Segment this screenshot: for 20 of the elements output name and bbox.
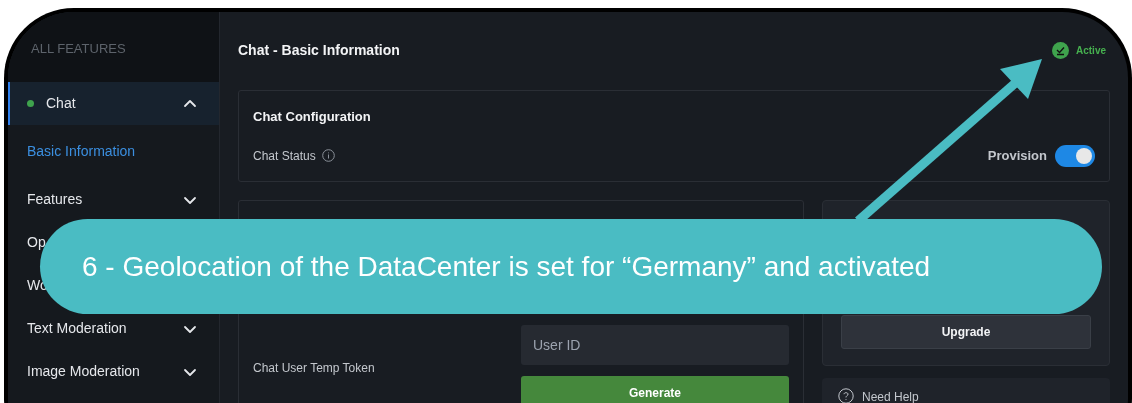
sidebar-item[interactable]: Text Moderation: [8, 307, 219, 350]
sidebar-item[interactable]: Chat: [8, 82, 219, 125]
sidebar-item[interactable]: Features: [8, 178, 219, 221]
toggle-switch[interactable]: [1055, 144, 1095, 167]
check-circle-icon: [1052, 41, 1069, 59]
user-id-field[interactable]: User ID: [521, 325, 789, 365]
sidebar-heading: ALL FEATURES: [31, 41, 126, 56]
page-title: Chat - Basic Information: [238, 40, 400, 60]
help-icon: [838, 388, 854, 403]
upgrade-button[interactable]: Upgrade: [841, 315, 1091, 349]
card-title: Chat Configuration: [253, 108, 372, 126]
field-label: Chat User Temp Token: [253, 360, 376, 377]
help-label: Need Help: [862, 389, 919, 403]
generate-button[interactable]: Generate: [521, 376, 789, 403]
status-label: Active: [1076, 43, 1106, 58]
toggle-label: Provision: [987, 146, 1047, 165]
field-label: Chat Status: [253, 147, 316, 165]
sidebar-item[interactable]: Image Moderation: [8, 350, 219, 393]
info-icon: [321, 149, 335, 162]
sidebar-subitem[interactable]: Basic Information: [8, 125, 219, 178]
